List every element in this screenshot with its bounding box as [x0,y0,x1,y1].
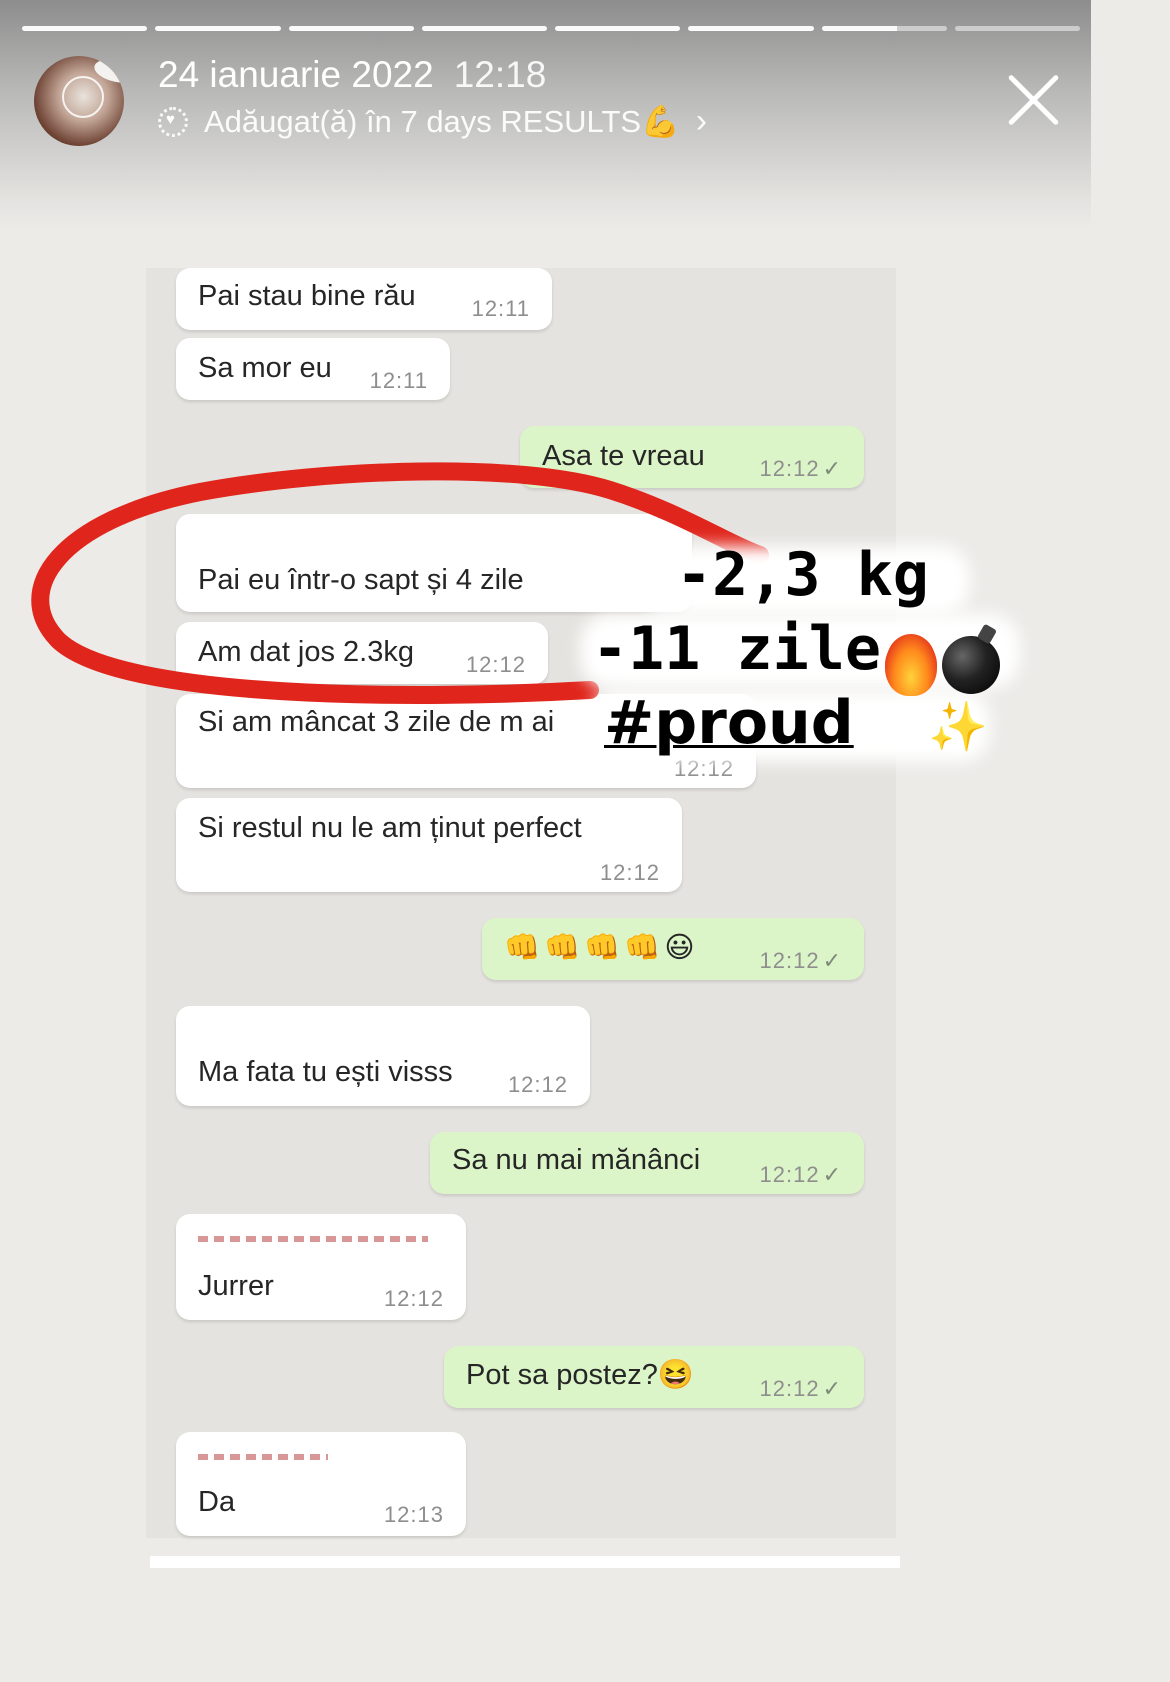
bomb-icon [941,635,1000,694]
overlay-days-text: -11 zile [592,614,881,684]
fire-icon [885,633,938,696]
overlay-hashtag: #proud [604,688,854,758]
overlay-days-line: -11 zile [592,614,1000,696]
overlay-weight-text: -2,3 kg [676,540,929,610]
sparkles-icon: ✨ [928,699,988,755]
red-circle-annotation [31,462,769,704]
overlay-hashtag-line: #proud ✨ [604,688,988,758]
